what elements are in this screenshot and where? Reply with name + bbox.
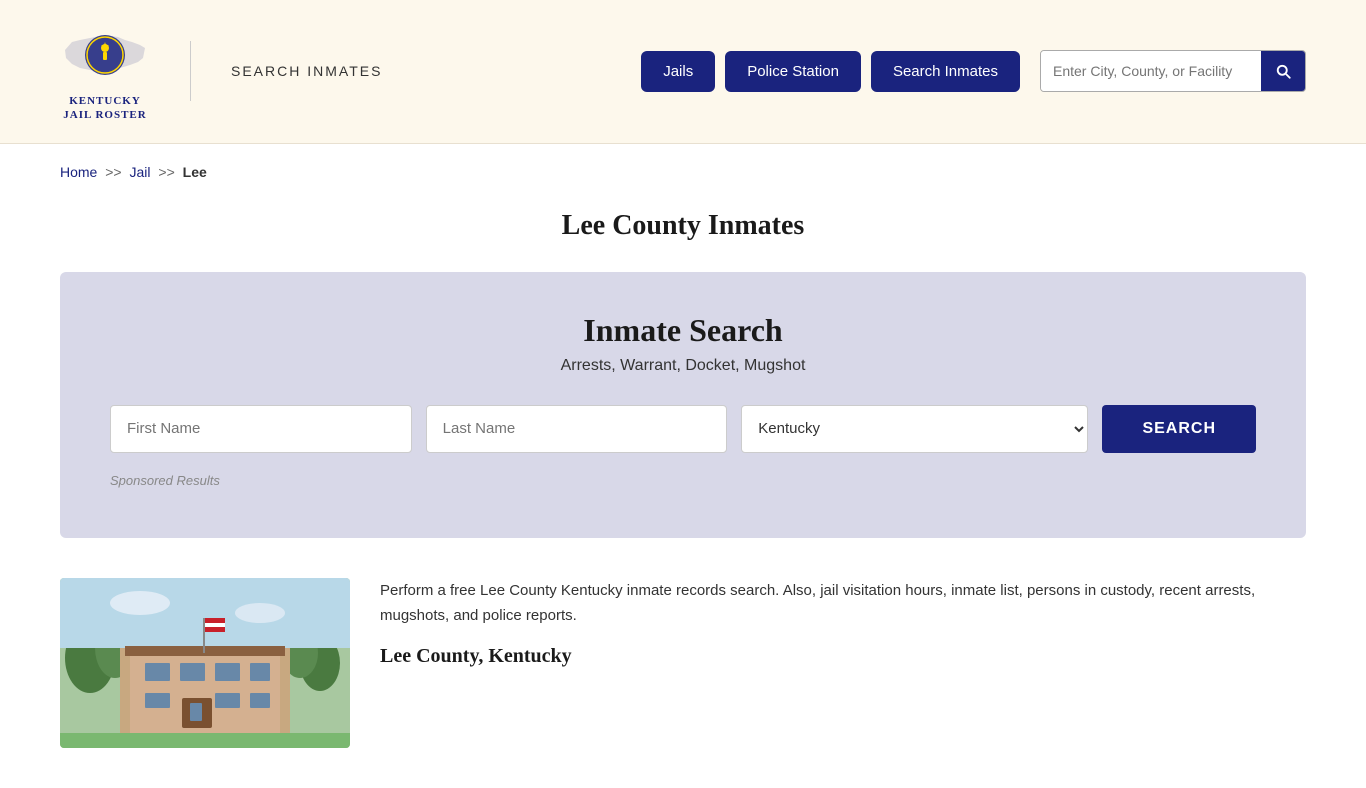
- inmate-search-box: Inmate Search Arrests, Warrant, Docket, …: [60, 272, 1306, 538]
- breadcrumb-sep-1: >>: [105, 164, 121, 180]
- police-station-button[interactable]: Police Station: [725, 51, 861, 92]
- logo: KENTUCKY JAIL ROSTER: [60, 20, 150, 123]
- sponsored-results-label: Sponsored Results: [110, 473, 1256, 488]
- main-content: Lee County Inmates Inmate Search Arrests…: [0, 190, 1366, 788]
- header-search-button[interactable]: [1261, 50, 1305, 92]
- search-fields: Kentucky Alabama Alaska Arizona Arkansas…: [110, 405, 1256, 453]
- logo-icon: [60, 20, 150, 90]
- search-icon: [1274, 62, 1292, 80]
- bottom-section-title: Lee County, Kentucky: [380, 645, 1306, 668]
- inmate-search-subtitle: Arrests, Warrant, Docket, Mugshot: [110, 357, 1256, 375]
- bottom-section: Perform a free Lee County Kentucky inmat…: [60, 578, 1306, 748]
- bottom-description: Perform a free Lee County Kentucky inmat…: [380, 578, 1306, 629]
- breadcrumb-sep-2: >>: [158, 164, 174, 180]
- header-search-input[interactable]: [1041, 51, 1261, 91]
- jail-building-svg: [60, 578, 350, 748]
- breadcrumb-jail[interactable]: Jail: [130, 164, 151, 180]
- logo-text: KENTUCKY JAIL ROSTER: [63, 94, 146, 123]
- search-inmates-label: SEARCH INMATES: [231, 63, 382, 79]
- bottom-text: Perform a free Lee County Kentucky inmat…: [380, 578, 1306, 668]
- breadcrumb-current: Lee: [183, 164, 207, 180]
- first-name-input[interactable]: [110, 405, 412, 453]
- page-title: Lee County Inmates: [60, 210, 1306, 242]
- nav-buttons: Jails Police Station Search Inmates: [641, 50, 1306, 92]
- header-divider: [190, 41, 191, 101]
- inmate-search-title: Inmate Search: [110, 312, 1256, 349]
- jails-button[interactable]: Jails: [641, 51, 715, 92]
- search-inmates-button[interactable]: Search Inmates: [871, 51, 1020, 92]
- header-search[interactable]: [1040, 50, 1306, 92]
- breadcrumb-home[interactable]: Home: [60, 164, 97, 180]
- breadcrumb: Home >> Jail >> Lee: [0, 144, 1366, 190]
- header: KENTUCKY JAIL ROSTER SEARCH INMATES Jail…: [0, 0, 1366, 144]
- jail-image: [60, 578, 350, 748]
- search-button[interactable]: SEARCH: [1102, 405, 1256, 453]
- state-select[interactable]: Kentucky Alabama Alaska Arizona Arkansas…: [741, 405, 1088, 453]
- last-name-input[interactable]: [426, 405, 728, 453]
